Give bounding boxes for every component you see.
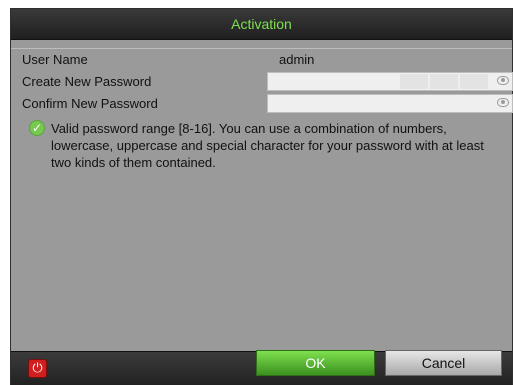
username-value: admin xyxy=(279,52,315,67)
dialog-title: Activation xyxy=(231,16,292,32)
password-strength-segment xyxy=(400,74,428,89)
confirm-password-field[interactable] xyxy=(267,94,513,113)
confirm-password-label: Confirm New Password xyxy=(22,96,158,111)
cancel-button[interactable]: Cancel xyxy=(385,350,502,376)
password-strength-segment xyxy=(460,74,488,89)
password-strength-segment xyxy=(430,74,458,89)
check-icon: ✓ xyxy=(29,120,45,136)
eye-icon[interactable] xyxy=(497,76,509,85)
title-bar: Activation xyxy=(11,9,512,40)
separator xyxy=(11,48,512,49)
eye-icon[interactable] xyxy=(497,98,509,107)
ok-button[interactable]: OK xyxy=(256,350,375,376)
create-password-field[interactable] xyxy=(267,72,513,91)
username-label: User Name xyxy=(22,52,88,67)
password-hint: Valid password range [8-16]. You can use… xyxy=(51,121,484,170)
power-icon[interactable]: ⏻ xyxy=(28,359,47,378)
activation-dialog: Activation User Name admin Create New Pa… xyxy=(10,8,513,385)
create-password-label: Create New Password xyxy=(22,74,152,89)
